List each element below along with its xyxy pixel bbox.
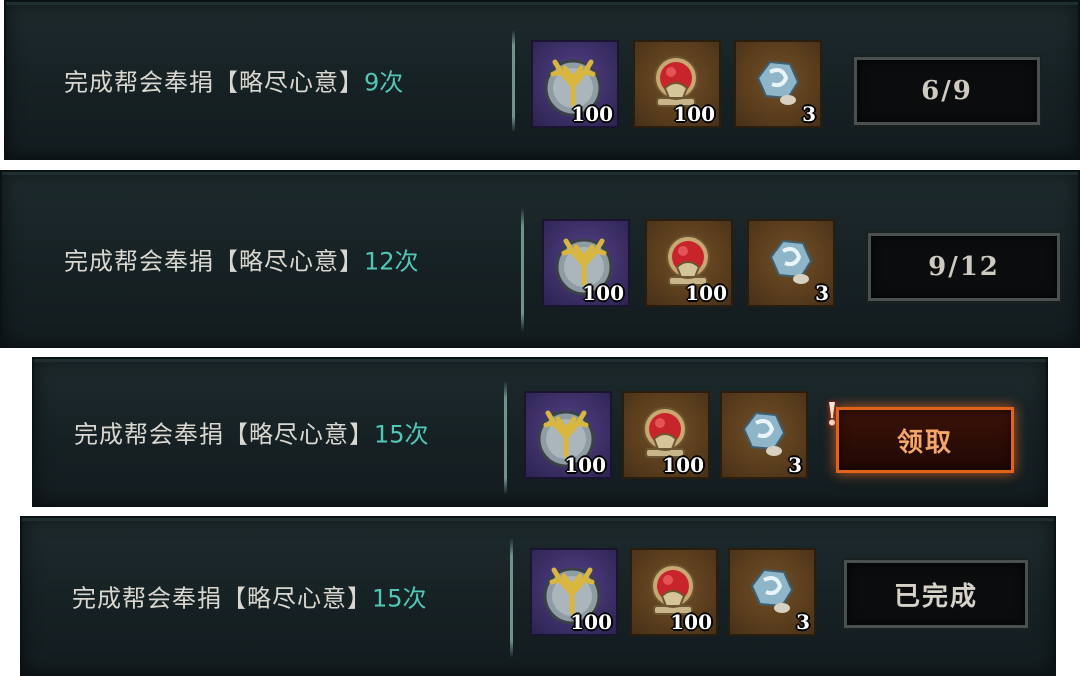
reward-slot[interactable]: 3	[734, 40, 822, 128]
reward-quantity: 100	[571, 102, 613, 126]
task-count: 12次	[364, 247, 419, 276]
reward-slot[interactable]: 3	[747, 219, 835, 307]
reward-slot[interactable]: 100	[531, 40, 619, 128]
reward-quantity: 100	[582, 281, 624, 305]
task-label: 完成帮会奉捐【略尽心意】	[64, 247, 364, 276]
task-label: 完成帮会奉捐【略尽心意】	[74, 420, 374, 449]
reward-quantity: 3	[815, 281, 829, 305]
task-description: 完成帮会奉捐【略尽心意】12次	[64, 242, 419, 277]
task-count: 9次	[364, 68, 404, 97]
completed-status-button: 已完成	[844, 560, 1028, 628]
reward-quantity: 100	[570, 610, 612, 634]
progress-button[interactable]: 6/9	[854, 57, 1040, 125]
task-count: 15次	[372, 584, 427, 613]
divider	[512, 30, 515, 132]
reward-slot[interactable]: 100	[530, 548, 618, 636]
claim-button[interactable]: 领取	[836, 407, 1014, 473]
task-label: 完成帮会奉捐【略尽心意】	[64, 68, 364, 97]
task-description: 完成帮会奉捐【略尽心意】9次	[64, 63, 403, 98]
task-row: 完成帮会奉捐【略尽心意】12次 100 100 3 9/12	[0, 170, 1080, 348]
divider	[521, 208, 524, 332]
task-count: 15次	[374, 420, 429, 449]
task-label: 完成帮会奉捐【略尽心意】	[72, 584, 372, 613]
reward-quantity: 100	[673, 102, 715, 126]
reward-quantity: 3	[802, 102, 816, 126]
reward-quantity: 3	[788, 453, 802, 477]
reward-slot[interactable]: 100	[524, 391, 612, 479]
reward-quantity: 100	[670, 610, 712, 634]
reward-slot[interactable]: 100	[645, 219, 733, 307]
reward-quantity: 100	[685, 281, 727, 305]
task-description: 完成帮会奉捐【略尽心意】15次	[74, 415, 429, 450]
reward-quantity: 3	[796, 610, 810, 634]
reward-slot[interactable]: 100	[542, 219, 630, 307]
task-row: 完成帮会奉捐【略尽心意】15次 100 100 3 ! 领取	[32, 357, 1048, 507]
reward-quantity: 100	[662, 453, 704, 477]
reward-slot[interactable]: 100	[630, 548, 718, 636]
divider	[504, 381, 507, 495]
task-row: 完成帮会奉捐【略尽心意】15次 100 100 3 已完成	[20, 516, 1056, 676]
reward-slot[interactable]: 100	[633, 40, 721, 128]
reward-slot[interactable]: 3	[720, 391, 808, 479]
divider	[510, 538, 513, 658]
task-row: 完成帮会奉捐【略尽心意】9次 100 100 3 6/9	[4, 0, 1080, 160]
reward-slot[interactable]: 100	[622, 391, 710, 479]
task-description: 完成帮会奉捐【略尽心意】15次	[72, 579, 427, 614]
reward-slot[interactable]: 3	[728, 548, 816, 636]
reward-quantity: 100	[564, 453, 606, 477]
progress-button[interactable]: 9/12	[868, 233, 1060, 301]
